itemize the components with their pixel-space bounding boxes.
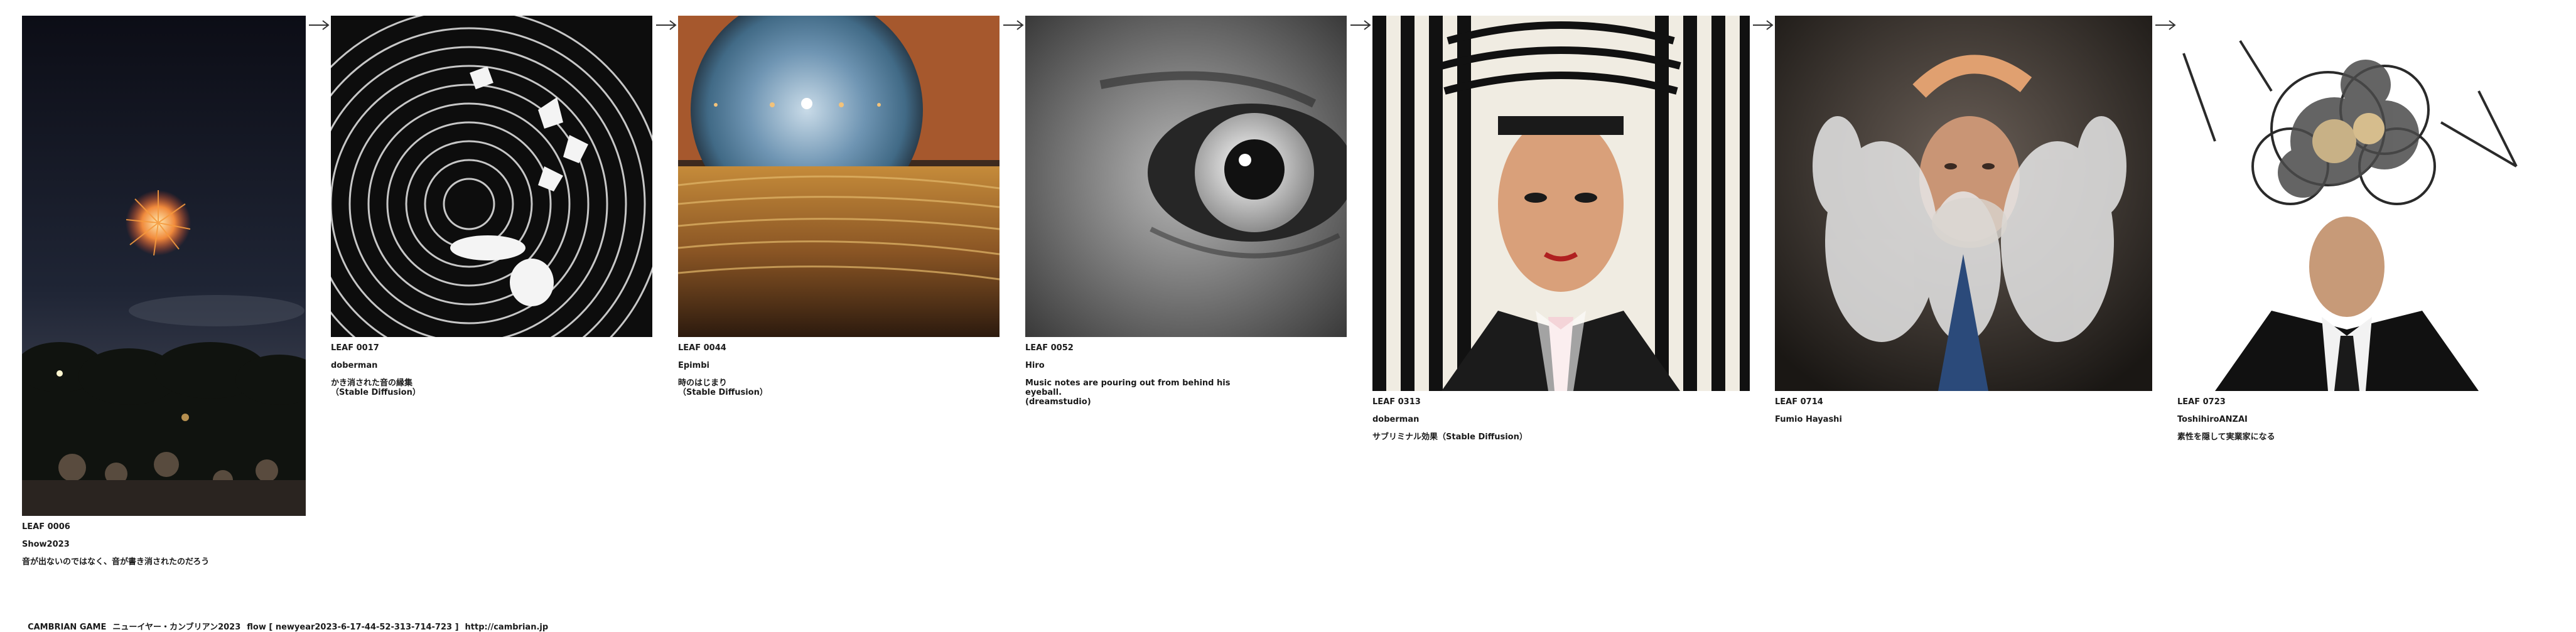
leaf-meta: LEAF 0044 Epimbi 時のはじまり （Stable Diffusio… (678, 343, 1000, 397)
footer-brand[interactable]: CAMBRIAN GAME (28, 623, 106, 632)
leaf-id: LEAF 0006 (22, 522, 70, 532)
footer-flow: flow [ newyear2023-6-17-44-52-313-714-72… (247, 623, 459, 632)
arrow-right-icon (1003, 20, 1024, 30)
leaf-meta: LEAF 0313 doberman サブリミナル効果（Stable Diffu… (1372, 397, 1750, 442)
leaf-image-fireworks[interactable] (22, 16, 306, 516)
leaf-author[interactable]: Fumio Hayashi (1775, 415, 2152, 425)
leaf-id: LEAF 0723 (2177, 397, 2226, 407)
arrow-right-icon (1350, 20, 1371, 30)
leaf-id: LEAF 0017 (331, 343, 379, 353)
leaf-id: LEAF 0313 (1372, 397, 1421, 407)
leaf-card[interactable]: LEAF 0313 doberman サブリミナル効果（Stable Diffu… (1372, 16, 1750, 449)
leaf-author[interactable]: doberman (331, 361, 652, 371)
leaf-image-striped-portrait[interactable] (1372, 16, 1750, 391)
leaf-id: LEAF 0052 (1025, 343, 1074, 353)
leaf-author[interactable]: doberman (1372, 415, 1750, 425)
leaf-image-clockwork-head[interactable] (2177, 16, 2548, 391)
leaf-meta: LEAF 0006 Show2023 音が出ないのではなく、音が書き消されたのだ… (22, 522, 306, 567)
leaf-description: サブリミナル効果（Stable Diffusion） (1372, 432, 1528, 442)
leaf-meta: LEAF 0723 ToshihiroANZAI 素性を隠して実業家になる (2177, 397, 2548, 442)
footer-url-link[interactable]: http://cambrian.jp (465, 623, 549, 632)
leaf-image-exploding-portrait[interactable] (1775, 16, 2152, 391)
leaf-meta: LEAF 0017 doberman かき消された音の縁集 （Stable Di… (331, 343, 652, 397)
arrow-right-icon (656, 20, 677, 30)
leaf-image-cosmic-eye[interactable] (678, 16, 1000, 337)
leaf-card[interactable]: LEAF 0723 ToshihiroANZAI 素性を隠して実業家になる (2177, 16, 2548, 449)
leaf-id: LEAF 0714 (1775, 397, 1823, 407)
leaf-card[interactable]: LEAF 0044 Epimbi 時のはじまり （Stable Diffusio… (678, 16, 1000, 405)
leaf-card[interactable]: LEAF 0006 Show2023 音が出ないのではなく、音が書き消されたのだ… (22, 16, 306, 574)
arrow-right-icon (1753, 20, 1774, 30)
leaf-card[interactable]: LEAF 0714 Fumio Hayashi (1775, 16, 2152, 432)
leaf-author[interactable]: ToshihiroANZAI (2177, 415, 2548, 425)
arrow-right-icon (2155, 20, 2176, 30)
leaf-description: かき消された音の縁集 （Stable Diffusion） (331, 378, 421, 397)
leaf-card[interactable]: LEAF 0052 Hiro Music notes are pouring o… (1025, 16, 1347, 414)
leaf-description: Music notes are pouring out from behind … (1025, 378, 1231, 407)
leaf-author[interactable]: Show2023 (22, 540, 306, 550)
leaf-card[interactable]: LEAF 0017 doberman かき消された音の縁集 （Stable Di… (331, 16, 652, 405)
leaf-author[interactable]: Hiro (1025, 361, 1347, 371)
arrow-right-icon (309, 20, 330, 30)
footer: CAMBRIAN GAME ニューイヤー・カンブリアン2023 flow [ new… (22, 611, 554, 632)
leaf-image-grayscale-eye[interactable] (1025, 16, 1347, 337)
leaf-description: 時のはじまり （Stable Diffusion） (678, 378, 768, 397)
leaf-description: 素性を隠して実業家になる (2177, 432, 2275, 442)
footer-title: ニューイヤー・カンブリアン2023 (112, 623, 241, 632)
leaf-meta: LEAF 0714 Fumio Hayashi (1775, 397, 2152, 425)
leaf-image-swirl[interactable] (331, 16, 652, 337)
leaf-meta: LEAF 0052 Hiro Music notes are pouring o… (1025, 343, 1347, 407)
leaf-author[interactable]: Epimbi (678, 361, 1000, 371)
leaf-description: 音が出ないのではなく、音が書き消されたのだろう (22, 557, 210, 567)
leaf-id: LEAF 0044 (678, 343, 726, 353)
